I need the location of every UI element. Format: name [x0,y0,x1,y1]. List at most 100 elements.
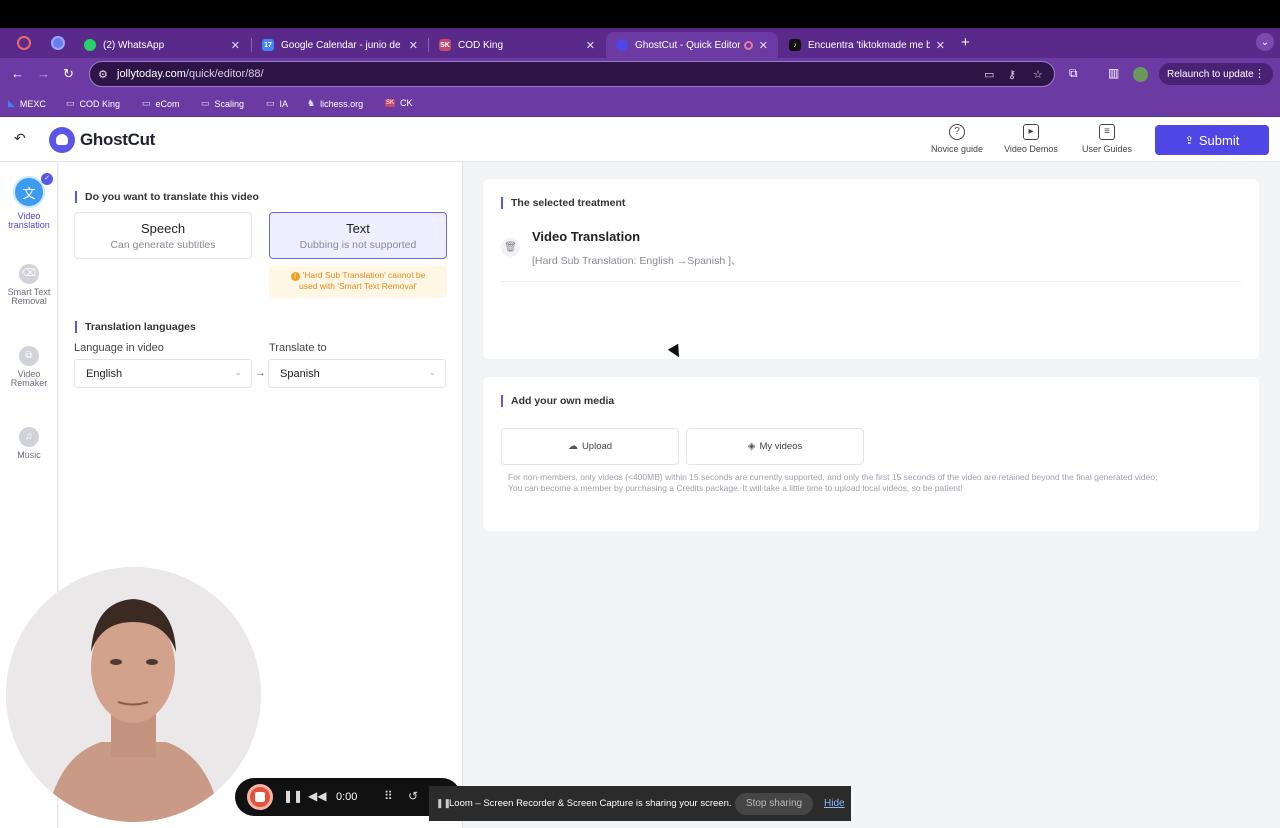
video-demos-link[interactable]: ▸ Video Demos [996,124,1066,154]
warning-icon: ! [290,272,300,281]
bookmarks-bar [0,90,1280,117]
tab-google-calendar[interactable]: 17 Google Calendar - junio de 20 ✕ [252,32,428,58]
webcam-person-image [6,567,261,822]
profile-avatar-icon[interactable] [1133,67,1148,82]
bookmark-lichess[interactable]: ♞ lichess.org [307,98,363,109]
submit-button[interactable]: ⇪ Submit [1155,125,1269,155]
forward-arrow-icon[interactable]: → [37,66,50,81]
tab-ghostcut[interactable]: GhostCut - Quick Editor ✕ [606,32,778,58]
close-icon[interactable]: ✕ [936,39,945,52]
tab-whatsapp[interactable]: (2) WhatsApp ✕ [74,32,250,58]
folder-icon: ▭ [66,98,75,108]
folder-icon: ▭ [142,98,151,108]
speech-option-card[interactable]: Speech Can generate subtitles [74,212,252,259]
ghostcut-logo-icon [49,127,75,153]
site-settings-icon[interactable]: ⚙ [98,68,108,81]
camera-icon[interactable]: ▭ [984,68,994,81]
url-text[interactable]: jollytoday.com/quick/editor/88/ [117,68,264,80]
lichess-icon: ♞ [307,98,316,108]
add-media-title: Add your own media [501,395,614,407]
extension-icon[interactable] [51,36,65,50]
restart-icon[interactable]: ↺ [408,789,418,803]
novice-guide-link[interactable]: ? Novice guide [922,124,992,154]
tab-tiktok[interactable]: ♪ Encuentra 'tiktokmade me bu ✕ [779,32,955,58]
source-language-select[interactable]: English ⌄ [74,359,252,388]
close-icon[interactable]: ✕ [759,39,768,52]
new-tab-plus-icon[interactable]: + [961,34,970,51]
bookmark-mexc[interactable]: ◣ MEXC [8,98,46,109]
translate-to-label: Translate to [269,342,327,354]
more-vert-icon: ⋮ [1254,68,1265,80]
bookmark-scaling[interactable]: ▭ Scaling [201,98,244,109]
text-option-card[interactable]: Text Dubbing is not supported [269,212,447,259]
upload-button[interactable]: ☁ Upload [501,428,679,465]
chevron-down-icon: ⌄ [234,367,242,377]
close-icon[interactable]: ✕ [586,39,595,52]
document-icon: ≡ [1099,124,1115,140]
bookmark-ecom[interactable]: ▭ eCom [142,98,180,109]
eraser-icon: ⌫ [19,264,39,284]
divider [501,281,1241,282]
translate-icon: 文 [13,176,45,208]
side-panel-icon[interactable]: ▥ [1108,66,1119,80]
folder-icon: ▭ [201,98,210,108]
window-close-icon[interactable] [17,36,31,50]
back-arrow-icon[interactable]: ← [11,66,24,81]
user-guides-link[interactable]: ≡ User Guides [1072,124,1142,154]
recording-timer: 0:00 [336,791,358,803]
target-language-select[interactable]: Spanish ⌄ [268,359,446,388]
bookmark-ia[interactable]: ▭ IA [266,98,288,109]
trash-icon[interactable]: 🗑 [501,238,520,257]
rewind-icon[interactable]: ◀◀ [308,789,326,803]
membership-note: For non-members, only videos (<400MB) wi… [508,472,1158,493]
webcam-bubble[interactable] [6,567,261,822]
pause-icon[interactable]: ❚❚ [283,789,303,803]
tab-search-chevron-icon[interactable]: ⌄ [1256,33,1274,51]
sidebar-item-music[interactable]: ♫ Music [0,427,58,460]
extensions-puzzle-icon[interactable]: ⧉ [1069,66,1078,81]
check-badge-icon: ✓ [41,173,53,185]
key-icon[interactable]: ⚷ [1008,68,1016,81]
help-circle-icon: ? [949,124,965,140]
cloud-upload-icon: ☁ [567,441,578,452]
sidebar-item-smart-text-removal[interactable]: ⌫ Smart Text Removal [0,264,58,306]
copy-video-icon: ⧉ [19,346,39,366]
reload-icon[interactable]: ↻ [63,66,74,82]
tab-cod-king[interactable]: SK COD King ✕ [429,32,605,58]
compatibility-warning: ! 'Hard Sub Translation' cannot be used w… [269,266,447,298]
arrow-right-icon: → [255,367,266,379]
treatment-name: Video Translation [532,229,641,244]
bookmark-cod-king[interactable]: ▭ COD King [66,98,120,109]
url-domain: jollytoday.com [117,68,186,80]
close-icon[interactable]: ✕ [231,39,240,52]
upload-icon: ⇪ [1184,134,1194,147]
url-path: /quick/editor/88/ [185,68,264,80]
selected-treatment-title: The selected treatment [501,197,625,209]
undo-back-icon[interactable]: ↶ [14,130,34,148]
close-icon[interactable]: ✕ [409,39,418,52]
shopify-icon: SK [385,99,396,107]
recording-indicator-icon [743,40,753,50]
bookmark-ck[interactable]: SK CK [385,98,413,108]
star-icon[interactable]: ☆ [1033,68,1043,81]
grid-icon[interactable]: ⠿ [384,789,393,803]
sidebar-item-video-remaker[interactable]: ⧉ Video Remaker [0,346,58,388]
mexc-icon: ◣ [8,98,15,108]
sidebar-item-video-translation[interactable]: 文 ✓ Video translation [0,173,58,230]
address-bar[interactable]: ⚙ jollytoday.com/quick/editor/88/ ▭ ⚷ ☆ [89,61,1055,87]
hide-link[interactable]: Hide [824,798,845,809]
app-logo-text: GhostCut [80,130,156,149]
translate-section-title: Do you want to translate this video [75,191,259,203]
stop-recording-button[interactable] [247,784,273,810]
whatsapp-icon [84,39,96,51]
relaunch-button[interactable]: Relaunch to update ⋮ [1159,63,1273,85]
languages-section-title: Translation languages [75,321,196,333]
music-note-icon: ♫ [19,427,39,447]
play-screen-icon: ▸ [1023,124,1039,140]
folder-icon: ▭ [266,98,275,108]
stop-sharing-button[interactable]: Stop sharing [735,793,813,815]
chevron-down-icon: ⌄ [428,367,436,377]
my-videos-button[interactable]: ◈ My videos [686,428,864,465]
share-message: Loom – Screen Recorder & Screen Capture … [449,798,732,809]
calendar-icon: 17 [262,39,274,51]
